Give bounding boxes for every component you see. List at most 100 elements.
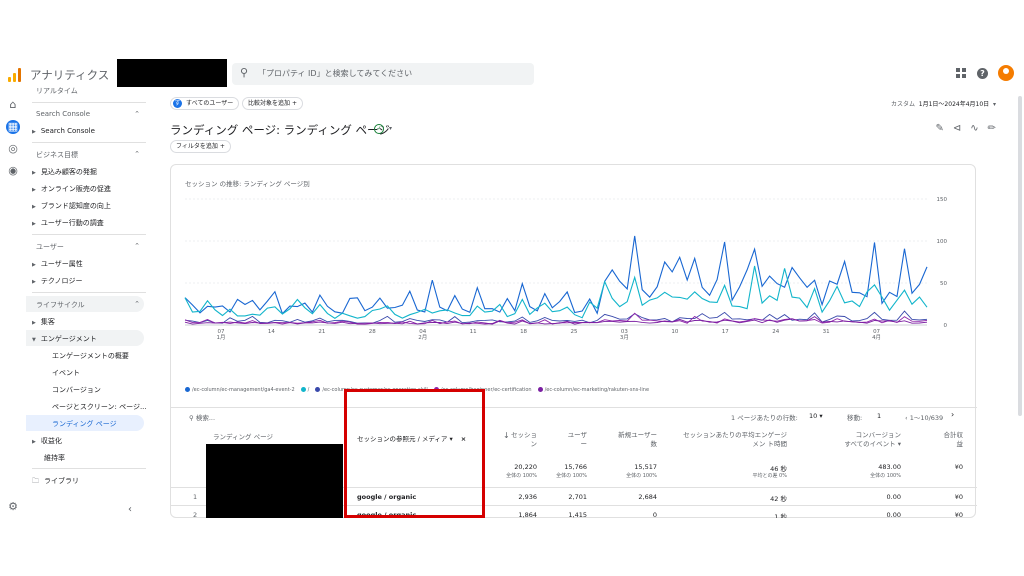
date-range-selector[interactable]: カスタム 1月1日～2024年4月10日 ▾ [891, 99, 996, 108]
nav-divider [32, 292, 146, 293]
collapse-nav-chevron-icon[interactable]: ‹ [128, 504, 132, 515]
nav-item-engagement-0[interactable]: エンゲージメントの概要 [52, 351, 129, 361]
analytics-logo-icon[interactable] [8, 68, 22, 82]
nav-item-user-1[interactable]: ▶ テクノロジー [32, 276, 82, 286]
pagination-range: ‹ 1～10/639 [905, 412, 943, 422]
sort-arrow-icon[interactable]: ↓ [503, 431, 510, 440]
redacted-account-block [117, 59, 227, 87]
nav-divider [32, 468, 146, 469]
expand-triangle-icon: ▶ [32, 204, 36, 210]
expand-triangle-icon: ▶ [32, 170, 36, 176]
add-filter-chip[interactable]: フィルタを追加 + [170, 140, 231, 153]
segment-icon: す [173, 99, 182, 108]
apps-grid-icon[interactable] [956, 67, 967, 79]
all-users-chip[interactable]: すすべてのユーザー [170, 97, 240, 110]
chevron-up-icon[interactable]: ⌃ [134, 110, 140, 118]
nav-item-search-console[interactable]: ▶ Search Console [32, 127, 95, 135]
legend-item[interactable]: / [300, 387, 309, 393]
nav-head-search-console[interactable]: Search Console [36, 110, 90, 118]
nav-item-acquisition[interactable]: ▶ 集客 [32, 317, 55, 327]
nav-head-user[interactable]: ユーザー [36, 242, 64, 252]
settings-gear-icon[interactable]: ⚙ [6, 500, 20, 514]
rows-per-page-select[interactable]: 10 ▾ [809, 412, 823, 420]
help-icon[interactable]: ? [977, 67, 988, 79]
nav-item-engagement[interactable]: ▼ エンゲージメント [32, 334, 97, 344]
legend-item[interactable]: /ec-column/ec-marketing/rakuten-sns-line [537, 387, 649, 393]
x-month-label: 4月 [872, 334, 881, 341]
home-icon[interactable]: ⌂ [6, 98, 20, 112]
col-revenue[interactable]: 合計収 益 [935, 431, 964, 449]
chevron-up-icon[interactable]: ⌃ [134, 242, 140, 250]
col-conversions-sub: すべてのイベント ▾ [821, 440, 901, 449]
search-icon: ⚲ [189, 414, 194, 422]
table-search[interactable]: ⚲ 検索... [189, 412, 215, 422]
nav-realtime[interactable]: リアルタイム [36, 86, 78, 96]
total-avg-sub: 平均との差 0% [752, 473, 787, 479]
legend-item[interactable]: /ec-column/ec-management/ga4-event-2 [185, 387, 295, 393]
avatar[interactable] [998, 65, 1014, 81]
dropdown-caret-icon: ▾ [897, 440, 901, 448]
expand-triangle-icon: ▶ [32, 187, 36, 193]
nav-item-business-2[interactable]: ▶ ブランド認知度の向上 [32, 201, 111, 211]
col-avg-engagement[interactable]: セッションあたりの平均エンゲージメン ト時間 [677, 431, 787, 449]
row-index: 2 [193, 511, 198, 518]
nav-item-engagement-1[interactable]: イベント [52, 368, 80, 378]
total-conv: 483.00 [878, 463, 901, 471]
advertising-icon[interactable]: ◉ [6, 164, 20, 178]
chevron-up-icon[interactable]: ⌃ [134, 150, 140, 158]
edit-report-icon[interactable]: ✎ [935, 123, 943, 134]
table-search-placeholder: 検索... [195, 414, 216, 422]
add-comparison-chip[interactable]: 比較対象を追加 + [242, 97, 303, 110]
prev-page-icon[interactable]: ‹ [905, 414, 908, 422]
total-users-sub: 全体の 100% [556, 473, 587, 479]
y-tick-label: 150 [937, 197, 948, 203]
col-conversions[interactable]: コンバージョン すべてのイベント ▾ [821, 431, 901, 449]
x-tick-label: 10 [671, 329, 678, 335]
chevron-up-icon[interactable]: ⌃ [134, 300, 140, 308]
nav-item-library[interactable]: 🗀 ライブラリ [32, 476, 79, 488]
nav-item-landing-page[interactable]: ランディング ページ [52, 419, 117, 429]
reports-icon[interactable]: ▦ [6, 120, 20, 134]
pencil-icon[interactable]: ✏ [988, 123, 996, 134]
x-tick-label: 25 [571, 329, 578, 335]
redacted-landing-pages-block [206, 444, 343, 518]
nav-item-label: オンライン販売の促進 [40, 185, 111, 193]
nav-item-business-1[interactable]: ▶ オンライン販売の促進 [32, 184, 111, 194]
line-chart: 05010015007 14 21 28 04 11 18 25 03 10 17 24 31 071月 2… [184, 197, 948, 341]
nav-item-business-3[interactable]: ▶ ユーザー行動の調査 [32, 218, 104, 228]
page-title: ランディング ページ: ランディング ページ [170, 123, 390, 137]
nav-head-business[interactable]: ビジネス目標 [36, 150, 78, 160]
plus-icon: + [291, 100, 297, 107]
nav-item-business-0[interactable]: ▶ 見込み顧客の発掘 [32, 167, 97, 177]
legend-swatch [537, 387, 543, 392]
move-label: 移動: [847, 414, 863, 422]
page-scrollbar[interactable] [1018, 96, 1022, 416]
x-tick-label: 11 [470, 329, 477, 335]
col-new-users[interactable]: 新規ユーザー 数 [613, 431, 657, 449]
nav-item-engagement-2[interactable]: コンバージョン [52, 385, 101, 395]
row-users: 2,701 [568, 493, 587, 501]
row-avg: 42 秒 [770, 495, 787, 503]
nav-item-label: ユーザー行動の調査 [40, 219, 104, 227]
nav-item-user-0[interactable]: ▶ ユーザー属性 [32, 259, 83, 269]
insights-icon[interactable]: ∿ [970, 123, 978, 134]
col-users[interactable]: ユーザ ー [563, 431, 587, 449]
move-input[interactable]: 1 [877, 412, 881, 420]
nav-item-retention[interactable]: 維持率 [44, 453, 65, 463]
explore-icon[interactable]: ◎ [6, 142, 20, 156]
nav-head-lifecycle[interactable]: ライフサイクル [36, 300, 85, 310]
dropdown-caret-icon[interactable]: ▾ [389, 125, 392, 132]
col-landing-page[interactable]: ランディング ページ [213, 431, 273, 441]
share-icon[interactable]: ⊲ [953, 123, 961, 134]
expand-triangle-icon: ▶ [32, 221, 36, 227]
nav-item-label: ブランド認知度の向上 [40, 202, 111, 210]
nav-item-label: 集客 [40, 318, 55, 326]
nav-item-label: 見込み顧客の発掘 [40, 168, 97, 176]
total-conv-sub: 全体の 100% [870, 473, 901, 479]
nav-item-engagement-3[interactable]: ページとスクリーン: ページ... [52, 402, 147, 412]
nav-item-monetization[interactable]: ▶ 収益化 [32, 436, 62, 446]
col-sessions[interactable]: セッショ ン [511, 431, 537, 449]
y-tick-label: 0 [944, 323, 948, 329]
search-input[interactable]: ⚲ 「プロパティ ID」と検索してみてください [232, 63, 534, 85]
next-page-icon[interactable]: › [951, 410, 954, 419]
